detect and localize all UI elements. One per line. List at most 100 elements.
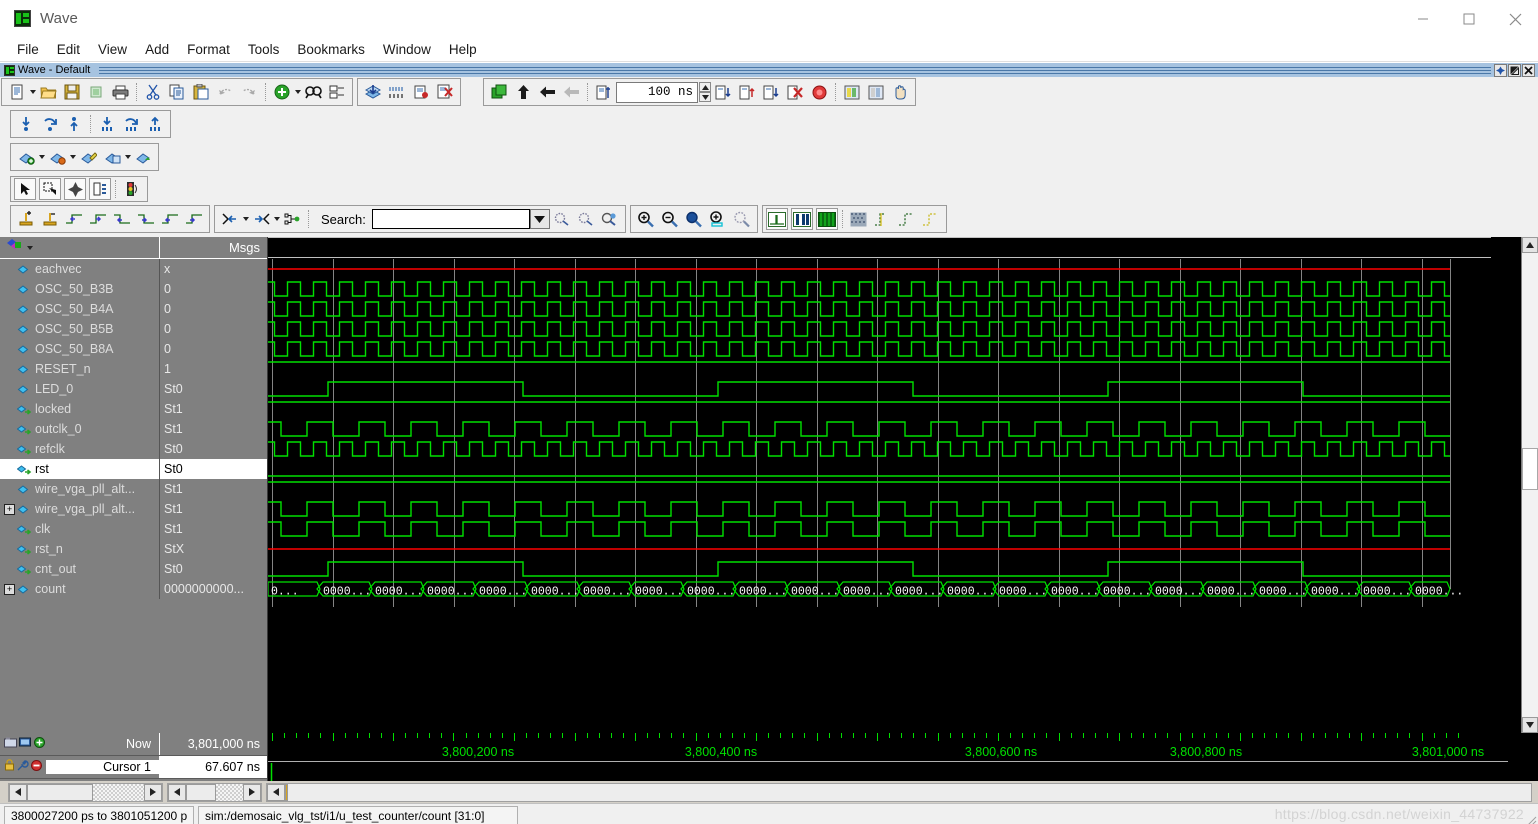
zoom-out-icon[interactable] bbox=[658, 207, 682, 231]
wave-save-icon[interactable] bbox=[100, 145, 124, 169]
add-cursor-icon[interactable] bbox=[34, 735, 45, 753]
next-rising-icon[interactable] bbox=[182, 207, 206, 231]
signal-row[interactable]: outclk_0 St1 bbox=[0, 419, 267, 439]
collapse-icon[interactable] bbox=[385, 80, 409, 104]
hsb-thumb[interactable] bbox=[186, 783, 216, 801]
hsb-track[interactable] bbox=[93, 783, 144, 801]
signal-name-cell[interactable]: OSC_50_B8A bbox=[0, 339, 160, 359]
new-document-icon[interactable] bbox=[5, 80, 29, 104]
zoom-range-icon[interactable] bbox=[730, 207, 754, 231]
step-out-icon[interactable] bbox=[759, 80, 783, 104]
signal-row[interactable]: LED_0 St0 bbox=[0, 379, 267, 399]
wave-del-icon[interactable] bbox=[45, 145, 69, 169]
signal-name-cell[interactable]: refclk bbox=[0, 439, 160, 459]
pan-mode-icon[interactable] bbox=[64, 178, 86, 200]
hsb-left-arrow-icon[interactable] bbox=[9, 783, 27, 801]
copy-icon[interactable] bbox=[165, 80, 189, 104]
hsb-thumb[interactable] bbox=[27, 783, 93, 801]
scroll-up-arrow-icon[interactable] bbox=[1522, 237, 1538, 253]
break-icon[interactable] bbox=[783, 80, 807, 104]
delete-wave-icon[interactable] bbox=[433, 80, 457, 104]
run-back-icon[interactable] bbox=[535, 80, 559, 104]
menu-help[interactable]: Help bbox=[440, 40, 486, 59]
stepper-down-icon[interactable] bbox=[699, 92, 711, 102]
group-icon[interactable] bbox=[218, 207, 242, 231]
menu-window[interactable]: Window bbox=[374, 40, 440, 59]
cursor1-row[interactable]: Cursor 1 67.607 ns bbox=[0, 756, 267, 779]
signal-row[interactable]: clk St1 bbox=[0, 519, 267, 539]
add-wave-icon[interactable] bbox=[270, 80, 294, 104]
signal-row[interactable]: refclk St0 bbox=[0, 439, 267, 459]
hsb-right-arrow-icon[interactable] bbox=[144, 783, 162, 801]
pane-drag-grip[interactable] bbox=[99, 65, 1491, 75]
next-falling-icon[interactable] bbox=[134, 207, 158, 231]
menu-view[interactable]: View bbox=[89, 40, 136, 59]
zoom-in-icon[interactable] bbox=[634, 207, 658, 231]
scroll-thumb[interactable] bbox=[1522, 447, 1538, 490]
signal-name-cell[interactable]: wire_vga_pll_alt... bbox=[0, 479, 160, 499]
grid-lines-icon[interactable] bbox=[847, 207, 871, 231]
signal-row[interactable]: OSC_50_B4A 0 bbox=[0, 299, 267, 319]
signal-row[interactable]: OSC_50_B5B 0 bbox=[0, 319, 267, 339]
wave-add-icon[interactable] bbox=[14, 145, 38, 169]
signal-name-cell[interactable]: RESET_n bbox=[0, 359, 160, 379]
search-next-icon[interactable] bbox=[574, 207, 598, 231]
close-pane-icon[interactable] bbox=[1522, 63, 1535, 77]
signal-row[interactable]: + wire_vga_pll_alt... St1 bbox=[0, 499, 267, 519]
cursor-tool-icon[interactable] bbox=[19, 735, 32, 753]
bookmark-up-icon[interactable] bbox=[62, 112, 86, 136]
timeline-axis[interactable]: 3,800,200 ns 3,800,400 ns 3,800,600 ns 3,80… bbox=[268, 733, 1538, 781]
signal-name-cell[interactable]: clk bbox=[0, 519, 160, 539]
signal-name-cell[interactable]: OSC_50_B3B bbox=[0, 279, 160, 299]
combine-icon[interactable] bbox=[280, 207, 304, 231]
zoom-cursor-icon[interactable] bbox=[706, 207, 730, 231]
dashed-line-icon[interactable] bbox=[871, 207, 895, 231]
ungroup-icon[interactable] bbox=[249, 207, 273, 231]
open-folder-icon[interactable] bbox=[36, 80, 60, 104]
prev-falling-icon[interactable] bbox=[110, 207, 134, 231]
undo-icon[interactable] bbox=[213, 80, 237, 104]
reload-icon[interactable] bbox=[84, 80, 108, 104]
minimize-icon[interactable] bbox=[1400, 0, 1446, 38]
menu-edit[interactable]: Edit bbox=[48, 40, 89, 59]
signal-row[interactable]: wire_vga_pll_alt... St1 bbox=[0, 479, 267, 499]
signal-row[interactable]: RESET_n 1 bbox=[0, 359, 267, 379]
trace-line-icon[interactable] bbox=[919, 207, 943, 231]
signal-row[interactable]: eachvec x bbox=[0, 259, 267, 279]
step-icon[interactable] bbox=[711, 80, 735, 104]
save-icon[interactable] bbox=[60, 80, 84, 104]
analog-view-icon[interactable] bbox=[815, 208, 838, 230]
bus-view-icon[interactable] bbox=[790, 208, 813, 230]
values-hscrollbar[interactable] bbox=[167, 782, 262, 802]
chevron-down-icon[interactable] bbox=[27, 245, 33, 250]
hand-icon[interactable] bbox=[888, 80, 912, 104]
hsb-left-arrow-icon[interactable] bbox=[267, 783, 285, 801]
search-prev-icon[interactable] bbox=[550, 207, 574, 231]
env-up-icon[interactable] bbox=[840, 80, 864, 104]
config-cursor-icon[interactable] bbox=[17, 758, 29, 776]
expand-toggle-icon[interactable]: + bbox=[4, 583, 15, 595]
redo-icon[interactable] bbox=[237, 80, 261, 104]
signal-row[interactable]: rst_n StX bbox=[0, 539, 267, 559]
signal-row[interactable]: locked St1 bbox=[0, 399, 267, 419]
cut-icon[interactable] bbox=[141, 80, 165, 104]
expand-icon[interactable] bbox=[409, 80, 433, 104]
menu-bookmarks[interactable]: Bookmarks bbox=[288, 40, 374, 59]
signal-name-cell[interactable]: rst_n bbox=[0, 539, 160, 559]
run-length-stepper[interactable] bbox=[699, 82, 711, 102]
wave-vertical-scrollbar[interactable] bbox=[1521, 237, 1538, 733]
search-options-icon[interactable] bbox=[598, 207, 622, 231]
delete-cursor-icon[interactable] bbox=[31, 758, 42, 776]
wave-view-icon[interactable] bbox=[765, 208, 788, 230]
scroll-down-arrow-icon[interactable] bbox=[1522, 717, 1538, 733]
wave-edit-icon[interactable] bbox=[76, 145, 100, 169]
objects-filter[interactable] bbox=[0, 237, 160, 258]
maximize-pane-icon[interactable] bbox=[1508, 63, 1521, 77]
scroll-track[interactable] bbox=[1522, 253, 1538, 717]
insert-cursor-icon[interactable] bbox=[14, 207, 38, 231]
bookmark-add-icon[interactable] bbox=[14, 112, 38, 136]
signal-row[interactable]: + count 0000000000... bbox=[0, 579, 267, 599]
wave-export-icon[interactable] bbox=[131, 145, 155, 169]
paste-icon[interactable] bbox=[189, 80, 213, 104]
signal-name-cell[interactable]: cnt_out bbox=[0, 559, 160, 579]
